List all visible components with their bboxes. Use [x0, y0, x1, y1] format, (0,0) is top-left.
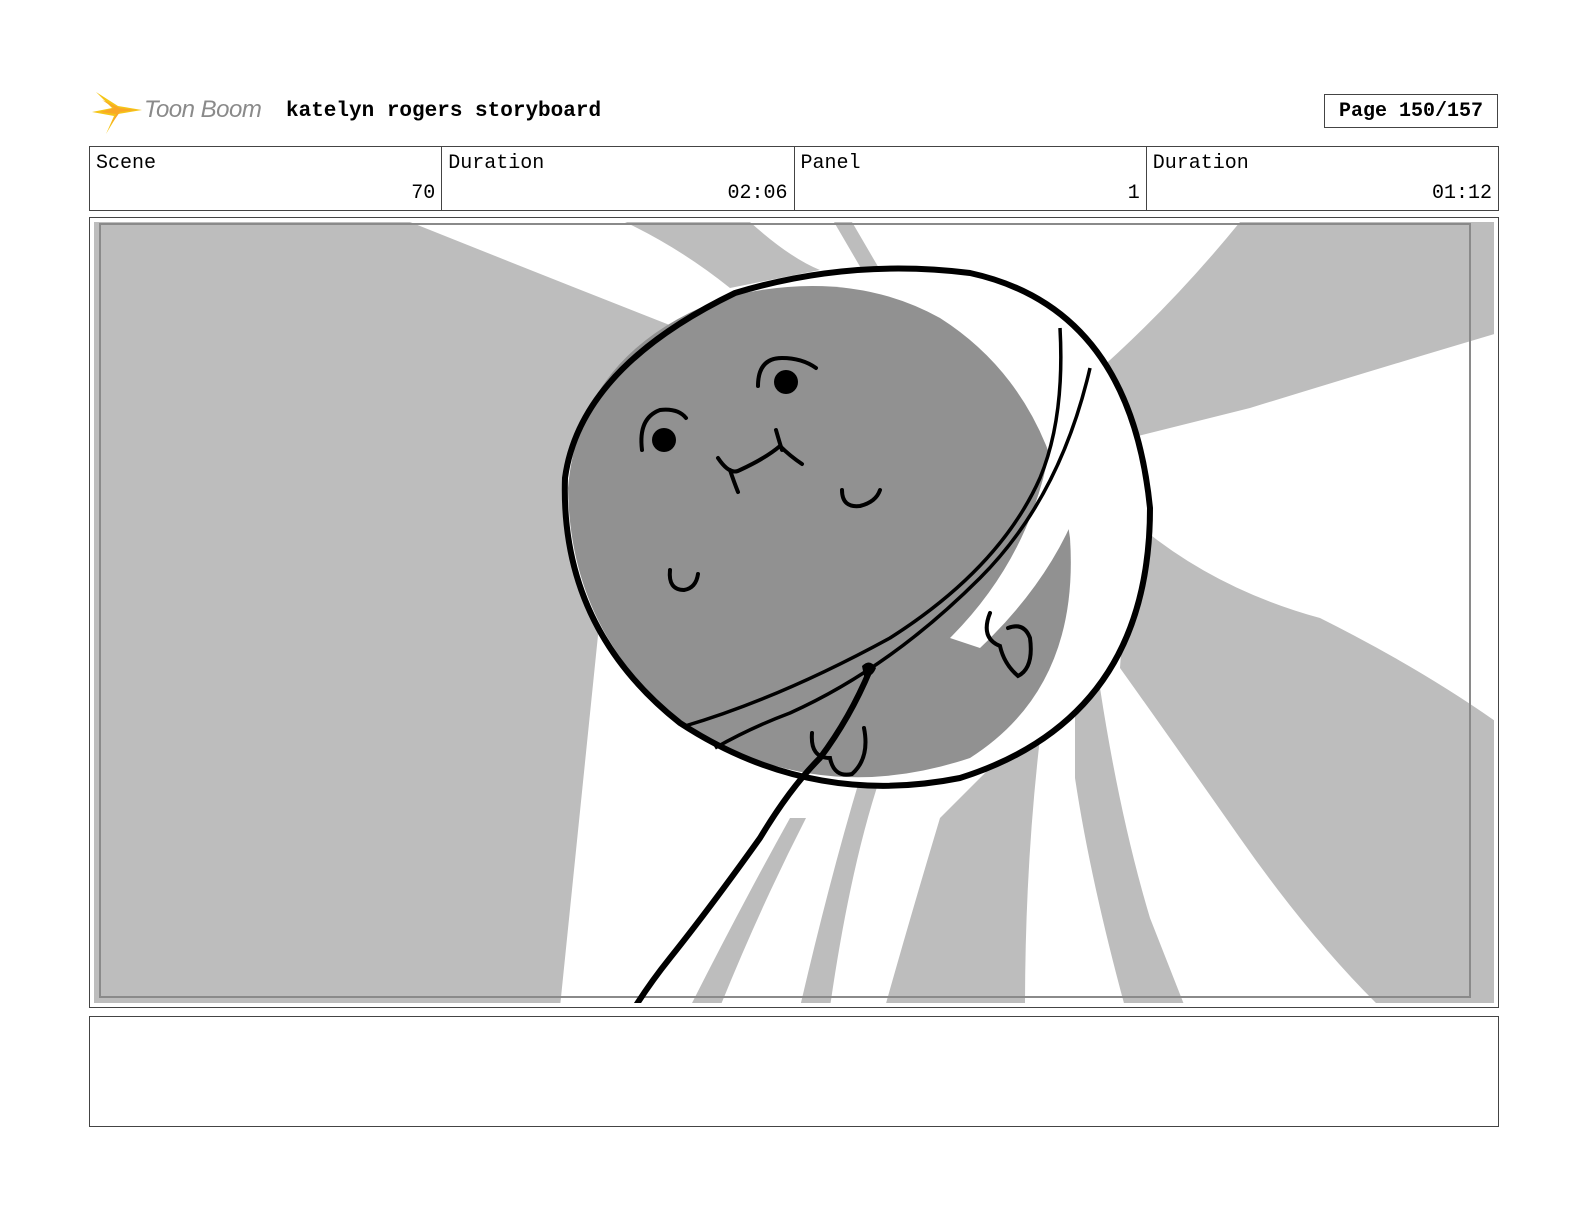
- storyboard-title: katelyn rogers storyboard: [286, 100, 602, 123]
- panel-duration-cell: Duration 01:12: [1147, 147, 1498, 210]
- panel-label: Panel: [800, 152, 861, 175]
- panel-notes: [89, 1016, 1499, 1127]
- scene-cell: Scene 70: [90, 147, 443, 210]
- panel-value: 1: [1127, 182, 1140, 205]
- scene-duration-label: Duration: [448, 152, 545, 175]
- panel-cell: Panel 1: [795, 147, 1147, 210]
- page-indicator: Page 150/157: [1324, 94, 1498, 128]
- panel-drawing: [94, 222, 1494, 1003]
- storyboard-panel: [89, 217, 1499, 1008]
- toon-boom-star-icon: [92, 92, 142, 134]
- scene-duration-value: 02:06: [727, 182, 788, 205]
- scene-label: Scene: [96, 152, 157, 175]
- panel-duration-value: 01:12: [1431, 182, 1492, 205]
- info-table: Scene 70 Duration 02:06 Panel 1 Duration…: [89, 146, 1499, 211]
- right-eye: [774, 370, 798, 394]
- scene-value: 70: [411, 182, 436, 205]
- left-eye: [652, 428, 676, 452]
- toon-boom-logo: Toon Boom: [92, 86, 272, 136]
- scene-duration-cell: Duration 02:06: [442, 147, 795, 210]
- logo-text: Toon Boom: [144, 96, 262, 123]
- panel-duration-label: Duration: [1152, 152, 1249, 175]
